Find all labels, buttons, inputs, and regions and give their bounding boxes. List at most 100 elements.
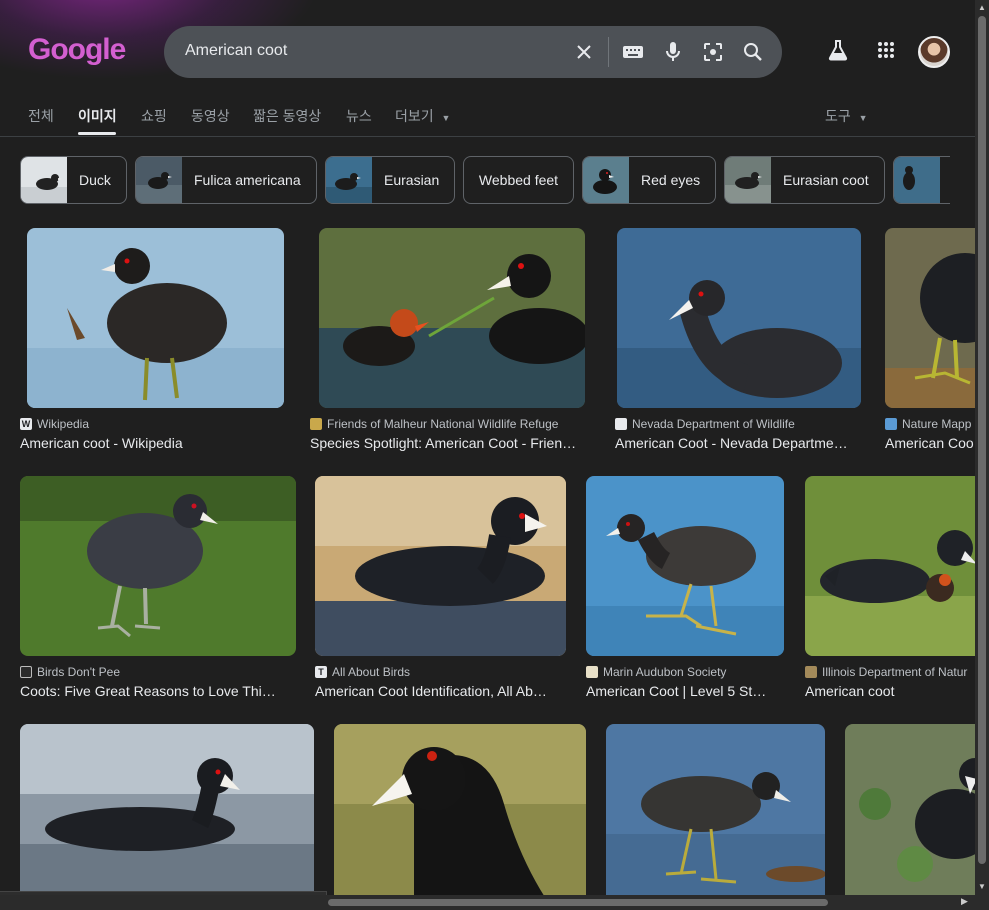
chip-label: Eurasian bbox=[384, 172, 440, 188]
chip-eurasian-coot[interactable]: Eurasian coot bbox=[724, 156, 885, 204]
result-source: W Wikipedia bbox=[20, 417, 290, 431]
result-title[interactable]: American Coo bbox=[885, 435, 975, 451]
result-image[interactable] bbox=[586, 476, 784, 656]
result-image[interactable] bbox=[334, 724, 586, 910]
chip-label: Eurasian coot bbox=[783, 172, 869, 188]
result-title[interactable]: Coots: Five Great Reasons to Love Thi… bbox=[20, 683, 296, 699]
header: Google American coot bbox=[0, 0, 975, 100]
search-box[interactable]: American coot bbox=[164, 26, 782, 78]
result-image[interactable] bbox=[319, 228, 585, 408]
image-result[interactable]: Nevada Department of Wildlife American C… bbox=[615, 228, 865, 458]
active-tab-indicator bbox=[78, 132, 116, 135]
result-image[interactable] bbox=[27, 228, 284, 408]
horizontal-scrollbar[interactable]: ▶ bbox=[0, 895, 975, 910]
image-result[interactable]: T All About Birds American Coot Identific… bbox=[315, 476, 566, 706]
result-image[interactable] bbox=[885, 228, 975, 408]
scroll-right-arrow-icon[interactable]: ▶ bbox=[961, 896, 968, 907]
result-source: Friends of Malheur National Wildlife Ref… bbox=[310, 417, 593, 431]
tools-label: 도구 bbox=[825, 108, 851, 124]
tab-short-videos[interactable]: 짧은 동영상 bbox=[253, 106, 321, 126]
source-name: Nevada Department of Wildlife bbox=[632, 417, 795, 431]
microphone-icon[interactable] bbox=[661, 40, 685, 64]
chip-label: Duck bbox=[79, 172, 111, 188]
clear-icon[interactable] bbox=[572, 40, 596, 64]
vertical-scrollbar[interactable]: ▲ ▼ bbox=[975, 0, 989, 910]
result-image[interactable] bbox=[805, 476, 975, 656]
result-image[interactable] bbox=[20, 724, 314, 910]
source-name: Illinois Department of Natur bbox=[822, 665, 968, 679]
result-image[interactable] bbox=[845, 724, 975, 895]
tab-news[interactable]: 뉴스 bbox=[346, 106, 372, 126]
lens-icon[interactable] bbox=[701, 40, 725, 64]
result-title[interactable]: American coot bbox=[805, 683, 975, 699]
google-logo[interactable]: Google bbox=[28, 33, 126, 67]
tab-images[interactable]: 이미지 bbox=[78, 106, 117, 126]
labs-flask-icon[interactable] bbox=[826, 38, 850, 62]
horizontal-scrollbar-thumb[interactable] bbox=[328, 899, 828, 906]
result-source: Birds Don't Pee bbox=[20, 665, 296, 679]
result-source: Illinois Department of Natur bbox=[805, 665, 975, 679]
source-name: All About Birds bbox=[332, 665, 411, 679]
result-source: T All About Birds bbox=[315, 665, 566, 679]
result-title[interactable]: American coot - Wikipedia bbox=[20, 435, 290, 451]
result-image[interactable] bbox=[617, 228, 861, 408]
avatar[interactable] bbox=[918, 36, 950, 68]
scroll-down-arrow-icon[interactable]: ▼ bbox=[978, 882, 986, 891]
image-result[interactable] bbox=[20, 724, 314, 910]
search-tabs: 전체 이미지 쇼핑 동영상 짧은 동영상 뉴스 더보기 ▼ 도구 ▼ bbox=[0, 100, 975, 137]
vertical-scrollbar-thumb[interactable] bbox=[978, 16, 986, 864]
source-name: Friends of Malheur National Wildlife Ref… bbox=[327, 417, 559, 431]
image-result[interactable] bbox=[845, 724, 975, 895]
favicon-icon: W bbox=[20, 418, 32, 430]
chip-thumbnail bbox=[725, 157, 771, 203]
result-title[interactable]: American Coot - Nevada Departme… bbox=[615, 435, 861, 451]
result-image[interactable] bbox=[20, 476, 296, 656]
chevron-down-icon: ▼ bbox=[858, 113, 868, 123]
search-input[interactable]: American coot bbox=[185, 42, 287, 60]
result-image[interactable] bbox=[606, 724, 825, 910]
chip-duck[interactable]: Duck bbox=[20, 156, 127, 204]
favicon-icon bbox=[20, 666, 32, 678]
image-result[interactable]: W Wikipedia American coot - Wikipedia bbox=[20, 228, 290, 458]
chip-label: Red eyes bbox=[641, 172, 701, 188]
image-result[interactable]: Marin Audubon Society American Coot | Le… bbox=[586, 476, 784, 706]
source-name: Marin Audubon Society bbox=[603, 665, 727, 679]
favicon-icon bbox=[586, 666, 598, 678]
source-name: Birds Don't Pee bbox=[37, 665, 120, 679]
chip-thumbnail bbox=[894, 157, 940, 203]
scroll-up-arrow-icon[interactable]: ▲ bbox=[978, 3, 986, 12]
favicon-icon bbox=[615, 418, 627, 430]
favicon-icon bbox=[310, 418, 322, 430]
image-result[interactable] bbox=[606, 724, 825, 910]
result-source: Nevada Department of Wildlife bbox=[615, 417, 865, 431]
image-result[interactable] bbox=[334, 724, 586, 910]
chip-red-eyes[interactable]: Red eyes bbox=[582, 156, 716, 204]
chip-thumbnail bbox=[326, 157, 372, 203]
source-name: Nature Mapp bbox=[902, 417, 972, 431]
favicon-icon: T bbox=[315, 666, 327, 678]
result-title[interactable]: American Coot | Level 5 St… bbox=[586, 683, 784, 699]
chip-webbed-feet[interactable]: Webbed feet bbox=[463, 156, 574, 204]
image-result[interactable]: Illinois Department of Natur American co… bbox=[805, 476, 975, 706]
keyboard-icon[interactable] bbox=[621, 40, 645, 64]
result-image[interactable] bbox=[315, 476, 566, 656]
favicon-icon bbox=[805, 666, 817, 678]
image-result[interactable]: Friends of Malheur National Wildlife Ref… bbox=[310, 228, 593, 458]
result-title[interactable]: American Coot Identification, All Ab… bbox=[315, 683, 566, 699]
result-source: Nature Mapp bbox=[885, 417, 975, 431]
result-title[interactable]: Species Spotlight: American Coot - Frien… bbox=[310, 435, 588, 451]
image-result[interactable]: Birds Don't Pee Coots: Five Great Reason… bbox=[20, 476, 296, 706]
chip-eurasian[interactable]: Eurasian bbox=[325, 156, 455, 204]
chip-thumbnail bbox=[583, 157, 629, 203]
tab-all[interactable]: 전체 bbox=[28, 106, 54, 126]
tab-more[interactable]: 더보기 ▼ bbox=[395, 106, 450, 126]
apps-grid-icon[interactable] bbox=[874, 38, 898, 62]
chip-partial[interactable] bbox=[893, 156, 950, 204]
chip-fulica-americana[interactable]: Fulica americana bbox=[135, 156, 317, 204]
tools-button[interactable]: 도구 ▼ bbox=[825, 106, 868, 126]
chip-thumbnail bbox=[21, 157, 67, 203]
tab-videos[interactable]: 동영상 bbox=[191, 106, 230, 126]
image-result[interactable]: Nature Mapp American Coo bbox=[885, 228, 975, 458]
tab-shopping[interactable]: 쇼핑 bbox=[141, 106, 167, 126]
search-icon[interactable] bbox=[741, 40, 765, 64]
